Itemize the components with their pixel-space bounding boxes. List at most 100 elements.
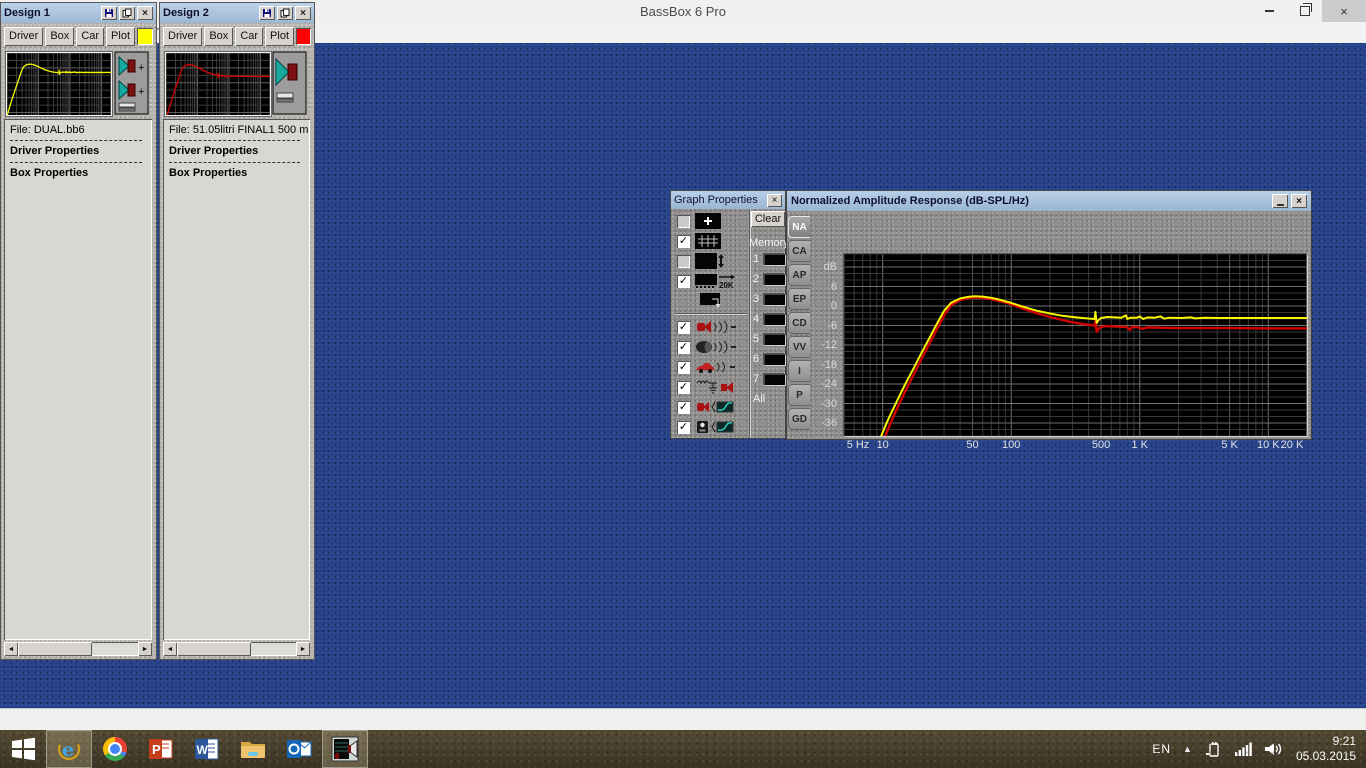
taskbar-internet-explorer[interactable]: e <box>46 730 92 768</box>
plot-color-swatch[interactable] <box>137 28 153 45</box>
plot-button[interactable]: Plot <box>265 27 294 46</box>
file-label: File: 51.05litri FINAL1 500 mm.bb <box>169 124 308 136</box>
graph-tab[interactable]: NA <box>788 216 810 238</box>
duplicate-button[interactable] <box>119 6 135 20</box>
grid-row <box>674 231 747 251</box>
scroll-track[interactable] <box>177 642 296 656</box>
start-button[interactable] <box>0 730 46 768</box>
save-button[interactable] <box>101 6 117 20</box>
taskbar-powerpoint[interactable]: P <box>138 730 184 768</box>
taskbar-file-explorer[interactable] <box>230 730 276 768</box>
memory-slot-button[interactable] <box>764 274 785 285</box>
x-tick-label: 10 <box>877 439 889 451</box>
close-icon: × <box>1340 5 1348 18</box>
scroll-left-button[interactable] <box>163 642 177 656</box>
x-tick-label: 5 Hz <box>847 439 870 451</box>
system-tray: EN ▲ 9:21 05.03.2015 <box>1152 734 1366 764</box>
taskbar-chrome[interactable] <box>92 730 138 768</box>
crosshair-toggle[interactable] <box>677 215 690 228</box>
word-icon: W <box>193 735 221 763</box>
taskbar-word[interactable]: W <box>184 730 230 768</box>
close-button[interactable]: × <box>1291 194 1307 208</box>
clear-button[interactable]: Clear <box>751 211 785 227</box>
frequency-range-row: 20K <box>674 271 747 291</box>
plot-button[interactable]: Plot <box>106 27 135 46</box>
box-acoustic-toggle[interactable] <box>677 341 690 354</box>
show-hidden-icons[interactable]: ▲ <box>1183 744 1192 754</box>
x-tick-label: 100 <box>1002 439 1020 451</box>
tool-button[interactable]: Box <box>204 27 233 46</box>
power-icon[interactable] <box>1204 741 1222 757</box>
restore-button[interactable] <box>1288 0 1322 22</box>
scroll-thumb[interactable] <box>18 642 92 656</box>
y-tick-label: -12 <box>821 339 837 351</box>
memory-all-label[interactable]: All <box>753 393 785 405</box>
tool-button[interactable]: Driver <box>163 27 202 46</box>
horizontal-scrollbar[interactable] <box>4 642 152 656</box>
filter-network-toggle[interactable] <box>677 381 690 394</box>
grid-toggle[interactable] <box>677 235 690 248</box>
close-button[interactable]: × <box>295 6 311 20</box>
tray-date: 05.03.2015 <box>1296 749 1356 764</box>
close-button[interactable]: × <box>1322 0 1366 22</box>
crosshair-row <box>674 211 747 231</box>
driver-response-toggle[interactable] <box>677 401 690 414</box>
language-indicator[interactable]: EN <box>1152 742 1171 756</box>
y-tick-label: 0 <box>831 300 837 312</box>
scroll-right-button[interactable] <box>138 642 152 656</box>
clock[interactable]: 9:21 05.03.2015 <box>1296 734 1356 764</box>
memory-slot-number: 3 <box>753 293 760 305</box>
scroll-track[interactable] <box>18 642 138 656</box>
close-icon: × <box>772 195 778 206</box>
save-button[interactable] <box>259 6 275 20</box>
memory-slot-button[interactable] <box>764 374 785 385</box>
memory-slot-button[interactable] <box>764 254 785 265</box>
box-response-toggle[interactable] <box>677 421 690 434</box>
memory-slot-button[interactable] <box>764 314 785 325</box>
minimize-button[interactable] <box>1252 0 1286 22</box>
scroll-right-button[interactable] <box>296 642 310 656</box>
design1-titlebar[interactable]: Design 1 × <box>1 3 156 23</box>
tool-button[interactable]: Driver <box>4 27 43 46</box>
svg-text:+: + <box>138 62 144 74</box>
x-tick-label: 50 <box>966 439 978 451</box>
y-tick-label: 6 <box>831 281 837 293</box>
graph-titlebar[interactable]: Normalized Amplitude Response (dB-SPL/Hz… <box>787 191 1311 211</box>
memory-slot-number: 6 <box>753 353 760 365</box>
tool-button[interactable]: Box <box>45 27 74 46</box>
plot-color-swatch[interactable] <box>296 28 311 45</box>
memory-slot-button[interactable] <box>764 354 785 365</box>
volume-icon[interactable] <box>1264 741 1284 757</box>
car-acoustic-toggle[interactable] <box>677 361 690 374</box>
design2-title: Design 2 <box>163 7 257 19</box>
design2-titlebar[interactable]: Design 2 × <box>160 3 314 23</box>
scroll-thumb[interactable] <box>177 642 251 656</box>
duplicate-button[interactable] <box>277 6 293 20</box>
svg-text:6: 6 <box>335 752 340 761</box>
network-signal-icon[interactable] <box>1234 741 1252 757</box>
close-button[interactable]: × <box>137 6 153 20</box>
copy-icon <box>280 8 290 18</box>
filter-network-row <box>674 377 747 397</box>
palette-titlebar[interactable]: Graph Properties × <box>671 191 785 209</box>
tool-button[interactable]: Car <box>76 27 104 46</box>
taskbar-outlook[interactable] <box>276 730 322 768</box>
design2-toolbar: DriverBoxCar Plot <box>160 23 314 49</box>
memory-slot-button[interactable] <box>764 294 785 305</box>
box-properties-title: Box Properties <box>169 167 308 179</box>
plot-area <box>844 254 1307 436</box>
driver-acoustic-toggle[interactable] <box>677 321 690 334</box>
taskbar-bassbox[interactable]: 6 <box>322 730 368 768</box>
amplitude-scale-toggle[interactable] <box>677 255 690 268</box>
memory-slot-button[interactable] <box>764 334 785 345</box>
close-button[interactable]: × <box>767 194 782 207</box>
chrome-icon <box>103 737 127 761</box>
frequency-range-toggle[interactable] <box>677 275 690 288</box>
horizontal-scrollbar[interactable] <box>163 642 310 656</box>
scroll-left-button[interactable] <box>4 642 18 656</box>
tool-button[interactable]: Car <box>235 27 263 46</box>
scale-row <box>674 251 747 271</box>
response-thumbnail <box>6 52 112 116</box>
x-tick-label: 5 K <box>1221 439 1238 451</box>
minimize-button[interactable] <box>1272 194 1288 208</box>
